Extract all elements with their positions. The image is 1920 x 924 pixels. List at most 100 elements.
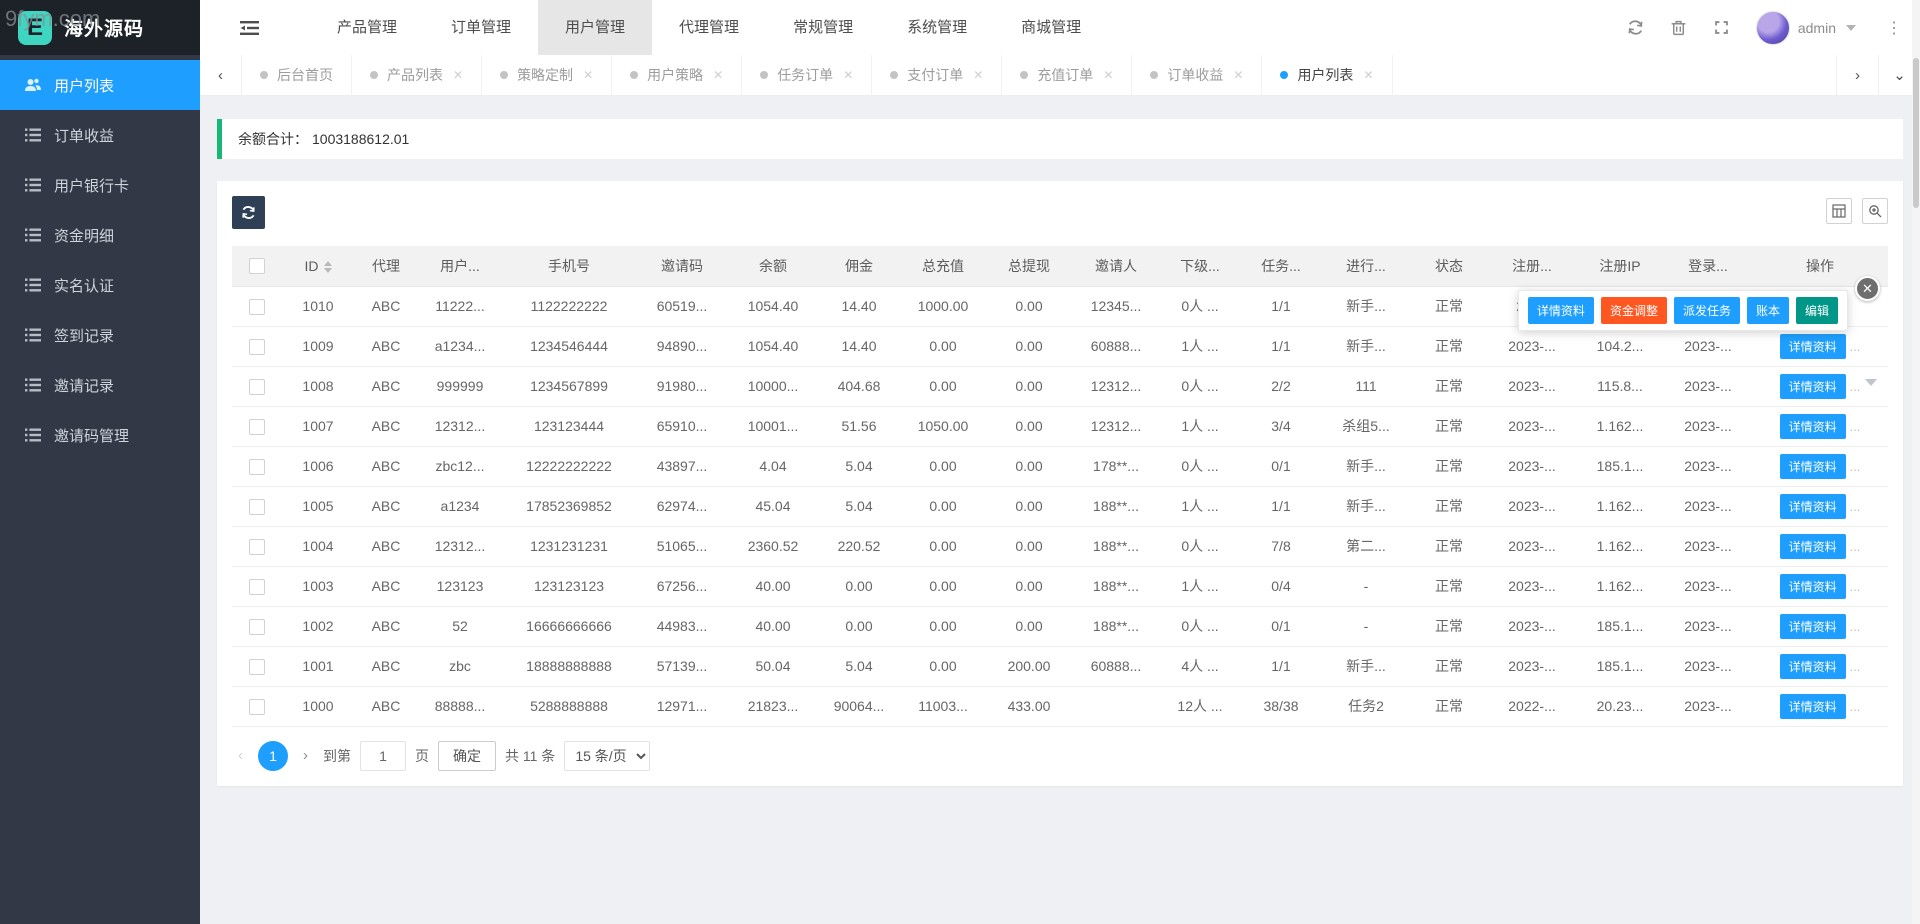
tab-close-icon[interactable]: ✕	[453, 68, 463, 82]
tab-dot-icon	[760, 71, 769, 79]
row-checkbox[interactable]	[249, 298, 265, 315]
more-options-icon[interactable]: ⋮	[1882, 18, 1906, 38]
page-input[interactable]	[360, 740, 406, 771]
top-menu-item[interactable]: 商城管理	[994, 0, 1108, 55]
row-detail-button[interactable]: 详情资料	[1779, 373, 1846, 399]
sidebar-item-5[interactable]: 实名认证	[0, 260, 200, 310]
row-more-actions[interactable]: ...	[1850, 659, 1861, 674]
popup-close-icon[interactable]: ✕	[1855, 276, 1880, 301]
sidebar-item-1[interactable]: 用户列表	[0, 60, 200, 110]
next-page-icon[interactable]: ›	[297, 747, 314, 764]
cell-reg: 2023-...	[1488, 646, 1576, 687]
row-detail-button[interactable]: 详情资料	[1779, 333, 1846, 359]
sidebar-item-3[interactable]: 用户银行卡	[0, 160, 200, 210]
tab-close-icon[interactable]: ✕	[1363, 68, 1373, 82]
popup-button-详情资料[interactable]: 详情资料	[1527, 297, 1594, 324]
page-number-button[interactable]: 1	[258, 740, 288, 771]
tab-用户列表[interactable]: 用户列表 ✕	[1262, 55, 1393, 95]
top-menu-item[interactable]: 产品管理	[310, 0, 424, 55]
row-checkbox[interactable]	[249, 658, 265, 675]
top-menu-item[interactable]: 订单管理	[424, 0, 538, 55]
refresh-icon[interactable]	[1627, 19, 1644, 36]
top-menu-item[interactable]: 系统管理	[880, 0, 994, 55]
top-menu-item[interactable]: 代理管理	[652, 0, 766, 55]
page-suffix-label: 页	[415, 747, 429, 764]
row-detail-button[interactable]: 详情资料	[1779, 413, 1846, 439]
sidebar-item-6[interactable]: 签到记录	[0, 310, 200, 360]
row-detail-button[interactable]: 详情资料	[1779, 453, 1846, 479]
page-scrollbar[interactable]	[1912, 0, 1920, 924]
select-all-checkbox[interactable]	[249, 258, 265, 275]
row-detail-button[interactable]: 详情资料	[1779, 573, 1846, 599]
sidebar-item-4[interactable]: 资金明细	[0, 210, 200, 260]
tab-产品列表[interactable]: 产品列表 ✕	[352, 55, 483, 95]
row-detail-button[interactable]: 详情资料	[1779, 533, 1846, 559]
row-detail-button[interactable]: 详情资料	[1779, 613, 1846, 639]
row-checkbox[interactable]	[249, 338, 265, 355]
row-more-actions[interactable]: ...	[1850, 699, 1861, 714]
popup-button-资金调整[interactable]: 资金调整	[1600, 297, 1667, 324]
row-more-actions[interactable]: ...	[1850, 579, 1861, 594]
page-size-select[interactable]: 15 条/页	[564, 740, 651, 771]
row-detail-button[interactable]: 详情资料	[1779, 693, 1846, 719]
filter-columns-button[interactable]	[1826, 198, 1852, 224]
tab-close-icon[interactable]: ✕	[1103, 68, 1113, 82]
sidebar-item-8[interactable]: 邀请码管理	[0, 410, 200, 460]
top-menu-item[interactable]: 常规管理	[766, 0, 880, 55]
chevron-down-icon	[1846, 24, 1856, 31]
row-checkbox[interactable]	[249, 698, 265, 715]
fullscreen-icon[interactable]	[1713, 19, 1730, 36]
tab-close-icon[interactable]: ✕	[973, 68, 983, 82]
row-more-actions[interactable]: ...	[1850, 419, 1861, 434]
sort-icon[interactable]	[323, 261, 332, 274]
avatar[interactable]	[1755, 10, 1790, 45]
popup-caret-icon[interactable]	[1865, 379, 1877, 386]
confirm-page-button[interactable]: 确定	[438, 740, 496, 771]
cell-id: 1004	[282, 526, 354, 567]
user-menu[interactable]: admin	[1755, 10, 1856, 45]
tab-充值订单[interactable]: 充值订单 ✕	[1002, 55, 1133, 95]
sidebar-item-7[interactable]: 邀请记录	[0, 360, 200, 410]
cell-ongoing: 新手...	[1322, 326, 1410, 367]
row-more-actions[interactable]: ...	[1850, 379, 1861, 394]
row-more-actions[interactable]: ...	[1850, 619, 1861, 634]
row-checkbox[interactable]	[249, 578, 265, 595]
row-more-actions[interactable]: ...	[1850, 339, 1861, 354]
row-checkbox[interactable]	[249, 618, 265, 635]
row-detail-button[interactable]: 详情资料	[1779, 653, 1846, 679]
tab-label: 产品列表	[387, 67, 443, 83]
row-more-actions[interactable]: ...	[1850, 459, 1861, 474]
row-checkbox[interactable]	[249, 418, 265, 435]
tab-close-icon[interactable]: ✕	[1233, 68, 1243, 82]
prev-page-icon[interactable]: ‹	[232, 747, 249, 764]
row-checkbox[interactable]	[249, 538, 265, 555]
cell-invite: 51065...	[636, 526, 728, 567]
tab-策略定制[interactable]: 策略定制 ✕	[482, 55, 613, 95]
popup-button-派发任务[interactable]: 派发任务	[1673, 297, 1740, 324]
tab-close-icon[interactable]: ✕	[583, 68, 593, 82]
row-more-actions[interactable]: ...	[1850, 539, 1861, 554]
row-checkbox[interactable]	[249, 498, 265, 515]
top-menu-item[interactable]: 用户管理	[538, 0, 653, 55]
tab-支付订单[interactable]: 支付订单 ✕	[872, 55, 1003, 95]
sidebar-item-2[interactable]: 订单收益	[0, 110, 200, 160]
scrollbar-thumb[interactable]	[1913, 58, 1919, 208]
tabs-scroll-right-icon[interactable]: ›	[1836, 55, 1878, 95]
tab-后台首页[interactable]: 后台首页	[242, 55, 352, 95]
popup-button-账本[interactable]: 账本	[1746, 297, 1789, 324]
tab-close-icon[interactable]: ✕	[843, 68, 853, 82]
row-more-actions[interactable]: ...	[1850, 499, 1861, 514]
tab-用户策略[interactable]: 用户策略 ✕	[612, 55, 743, 95]
table-refresh-button[interactable]	[232, 196, 265, 229]
tab-close-icon[interactable]: ✕	[713, 68, 723, 82]
row-detail-button[interactable]: 详情资料	[1779, 493, 1846, 519]
popup-button-编辑[interactable]: 编辑	[1795, 297, 1838, 324]
tabs-scroll-left-icon[interactable]: ‹	[200, 55, 242, 95]
trash-icon[interactable]	[1670, 19, 1687, 36]
row-checkbox[interactable]	[249, 378, 265, 395]
search-zoom-button[interactable]	[1862, 198, 1888, 224]
tab-订单收益[interactable]: 订单收益 ✕	[1132, 55, 1263, 95]
collapse-sidebar-icon[interactable]	[240, 0, 259, 55]
row-checkbox[interactable]	[249, 458, 265, 475]
tab-任务订单[interactable]: 任务订单 ✕	[742, 55, 873, 95]
